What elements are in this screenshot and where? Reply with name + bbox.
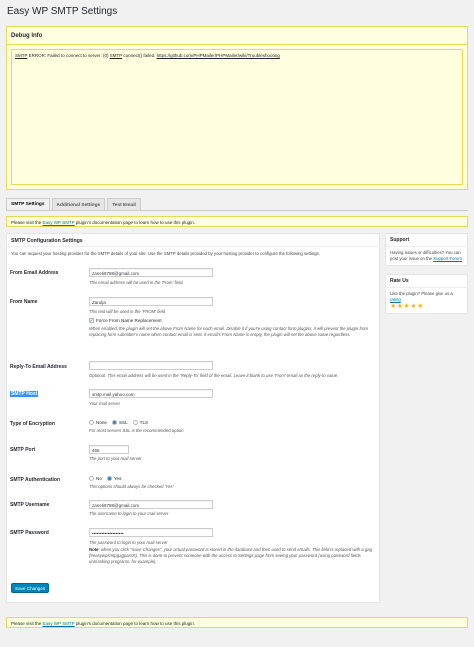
debug-message-part: ERROR: Failed to connect to server: (0) [27, 53, 110, 58]
rate-us-text: Like the plugin? Please give us a rating… [386, 288, 467, 313]
debug-info-box: Debug Info SMTP ERROR: Failed to connect… [6, 26, 468, 190]
panel-title: SMTP Configuration Settings [11, 238, 83, 244]
rating-stars-icon[interactable]: ★★★★★ [390, 303, 463, 310]
from-name-desc: This text will be used in the 'FROM' fie… [89, 309, 166, 314]
smtp-host-desc: Your mail server [89, 401, 121, 406]
smtp-auth-radio-group: No Yes [89, 476, 124, 481]
debug-info-title: Debug Info [7, 27, 467, 45]
from-email-input[interactable]: zaneti9788@gmail.com [89, 268, 213, 277]
note-text: : when you click "Save Changes", your ac… [89, 547, 372, 565]
smtp-port-desc: The port to your mail server [89, 456, 142, 461]
page-title: Easy WP SMTP Settings [7, 6, 118, 17]
documentation-link[interactable]: Easy WP SMTP [43, 220, 75, 225]
panel-divider [7, 246, 379, 247]
support-box: Support Having issues or difficulties? Y… [385, 233, 468, 266]
notice-text: Please visit the [11, 219, 43, 225]
smtp-port-label: SMTP Port [10, 447, 36, 453]
smtp-port-input[interactable]: 465 [89, 445, 129, 454]
tabs-divider [6, 210, 468, 211]
smtp-username-desc: The username to login to your mail serve… [89, 511, 169, 516]
encryption-tls-label: TLS [139, 420, 149, 425]
smtp-password-input[interactable]: •••••••••••••••••••• [89, 528, 213, 537]
support-text: Having issues or difficulties? You can p… [386, 247, 467, 265]
rate-us-box: Rate Us Like the plugin? Please give us … [385, 274, 468, 314]
notice-text: Please visit the [11, 620, 43, 626]
rate-us-title: Rate Us [386, 275, 467, 288]
documentation-link[interactable]: Easy WP SMTP [43, 621, 75, 626]
smtp-configuration-panel: SMTP Configuration Settings You can requ… [6, 233, 380, 603]
smtp-auth-label: SMTP Authentication [10, 477, 60, 483]
smtp-password-desc: The password to login to your mail serve… [89, 540, 168, 545]
panel-intro: You can request your hosting provider fo… [11, 251, 320, 256]
force-from-name-checkbox[interactable]: ✔ [89, 318, 94, 323]
smtp-auth-no-radio[interactable] [89, 476, 94, 481]
force-from-name-label: Force From Name Replacement [96, 318, 162, 323]
force-from-name-row: ✔ Force From Name Replacement [89, 318, 162, 323]
note-bold: Note [89, 547, 99, 552]
smtp-auth-yes-radio[interactable] [106, 476, 112, 481]
encryption-none-radio[interactable] [89, 420, 94, 425]
from-email-desc: This email address will be used in the '… [89, 280, 184, 285]
rate-us-text-pre: Like the plugin? Please give us a [390, 291, 453, 296]
encryption-label: Type of Encryption [10, 421, 55, 427]
debug-troubleshooting-link[interactable]: https://github.com/PHPMailer/PHPMailer/w… [157, 53, 280, 58]
notice-text: plugin's documentation page to learn how… [74, 620, 196, 626]
smtp-auth-desc: This options should always be checked 'Y… [89, 484, 174, 489]
smtp-username-input[interactable]: zaneti9788@gmail.com [89, 500, 213, 509]
from-name-label: From Name [10, 299, 38, 305]
debug-message-part: connect() failed. [122, 53, 157, 58]
save-changes-button[interactable]: Save Changes [11, 583, 50, 593]
debug-smtp-term: SMTP [15, 53, 28, 58]
encryption-none-label: None [96, 420, 107, 425]
documentation-notice-bottom: Please visit the Easy WP SMTP plugin's d… [6, 617, 468, 628]
encryption-ssl-radio[interactable] [111, 420, 117, 425]
smtp-auth-yes-label: Yes [113, 476, 122, 481]
notice-text: plugin's documentation page to learn how… [74, 219, 196, 225]
smtp-host-input[interactable]: smtp.mail.yahoo.com [89, 389, 213, 398]
debug-smtp-term: SMTP [109, 53, 123, 58]
encryption-desc: For most servers SSL is the recommended … [89, 428, 184, 433]
reply-to-label: Reply-To Email Address [10, 364, 67, 370]
encryption-ssl-label: SSL [118, 420, 128, 425]
smtp-username-label: SMTP Username [10, 502, 50, 508]
smtp-password-label: SMTP Password [10, 530, 49, 536]
smtp-host-label: SMTP Host [10, 391, 39, 397]
reply-to-input[interactable] [89, 361, 213, 370]
documentation-notice-top: Please visit the Easy WP SMTP plugin's d… [6, 216, 468, 227]
support-title: Support [386, 234, 467, 247]
from-email-label: From Email Address [10, 270, 59, 276]
support-forum-link[interactable]: Support Forum [433, 256, 462, 261]
rating-link[interactable]: rating [390, 297, 401, 302]
encryption-radio-group: None SSL TLS [89, 420, 151, 425]
smtp-password-note: Note: when you click "Save Changes", you… [89, 547, 375, 566]
reply-to-desc: Optional. This email address will be use… [89, 373, 339, 378]
debug-info-textarea[interactable]: SMTP ERROR: Failed to connect to server:… [11, 49, 463, 185]
smtp-auth-no-label: No [96, 476, 102, 481]
encryption-tls-radio[interactable] [132, 420, 138, 425]
from-name-input[interactable]: Zarulja [89, 297, 213, 306]
force-from-name-desc: When enabled, the plugin will set the ab… [89, 326, 369, 338]
